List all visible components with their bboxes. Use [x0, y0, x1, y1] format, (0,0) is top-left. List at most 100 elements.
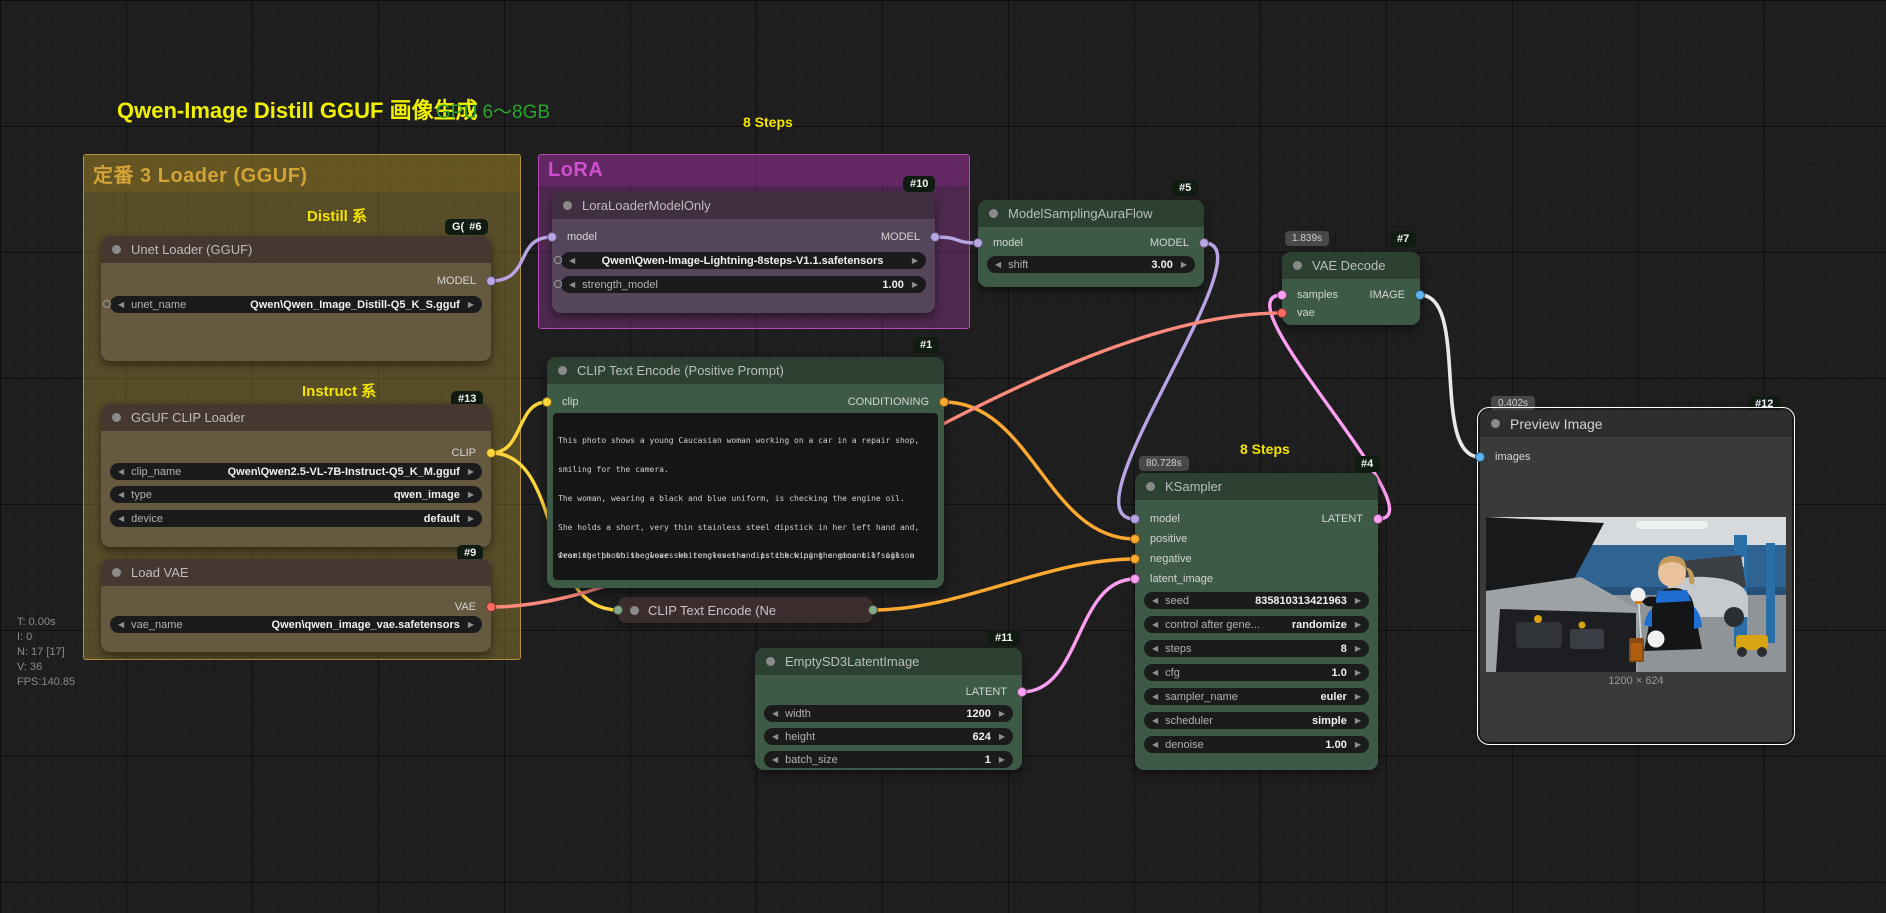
widget-socket-icon[interactable] — [554, 280, 562, 288]
output-dot-model[interactable] — [930, 232, 940, 242]
node-gguf-clip-loader[interactable]: GGUF CLIP Loader CLIP ◀ clip_name Qwen\Q… — [101, 404, 491, 547]
node-title-bar[interactable]: CLIP Text Encode (Positive Prompt) — [547, 357, 944, 384]
next-value-icon[interactable]: ▶ — [1355, 712, 1361, 729]
collapse-dot-icon[interactable] — [112, 568, 121, 577]
output-dot-model[interactable] — [1199, 238, 1209, 248]
collapse-dot-icon[interactable] — [1293, 261, 1302, 270]
widget-denoise[interactable]: ◀ denoise 1.00 ▶ — [1144, 736, 1369, 753]
node-load-vae[interactable]: Load VAE VAE ◀ vae_name Qwen\qwen_image_… — [101, 559, 491, 652]
collapse-dot-icon[interactable] — [1491, 419, 1500, 428]
prev-value-icon[interactable]: ◀ — [772, 728, 778, 745]
output-dot-latent[interactable] — [1017, 687, 1027, 697]
node-title-bar[interactable]: Preview Image — [1480, 410, 1792, 437]
output-dot-conditioning[interactable] — [939, 397, 949, 407]
node-title-bar[interactable]: EmptySD3LatentImage — [755, 648, 1022, 675]
next-value-icon[interactable]: ▶ — [912, 252, 918, 269]
next-value-icon[interactable]: ▶ — [999, 728, 1005, 745]
widget-width[interactable]: ◀ width 1200 ▶ — [764, 705, 1013, 722]
widget-cfg[interactable]: ◀ cfg 1.0 ▶ — [1144, 664, 1369, 681]
node-title-bar[interactable]: Unet Loader (GGUF) — [101, 236, 491, 263]
next-value-icon[interactable]: ▶ — [1355, 640, 1361, 657]
collapse-dot-icon[interactable] — [989, 209, 998, 218]
widget-socket-icon[interactable] — [554, 256, 562, 264]
node-lora-loader-model-only[interactable]: LoraLoaderModelOnly model MODEL ◀ Qwen\Q… — [552, 192, 935, 313]
input-dot-clip[interactable] — [542, 397, 552, 407]
prev-value-icon[interactable]: ◀ — [1152, 592, 1158, 609]
widget-lora-name[interactable]: ◀ Qwen\Qwen-Image-Lightning-8steps-V1.1.… — [561, 252, 926, 269]
node-title-bar[interactable]: KSampler — [1135, 473, 1378, 500]
widget-unet-name[interactable]: ◀ unet_name Qwen\Qwen_Image_Distill-Q5_K… — [110, 296, 482, 313]
next-value-icon[interactable]: ▶ — [1355, 688, 1361, 705]
preview-thumbnail[interactable] — [1486, 517, 1786, 672]
widget-height[interactable]: ◀ height 624 ▶ — [764, 728, 1013, 745]
node-empty-sd3-latent-image[interactable]: EmptySD3LatentImage LATENT ◀ width 1200 … — [755, 648, 1022, 770]
node-title-bar[interactable]: VAE Decode — [1282, 252, 1420, 279]
input-dot-positive[interactable] — [1130, 534, 1140, 544]
collapse-dot-icon[interactable] — [558, 366, 567, 375]
next-value-icon[interactable]: ▶ — [468, 510, 474, 527]
node-title-bar[interactable]: ModelSamplingAuraFlow — [978, 200, 1204, 227]
input-dot-samples[interactable] — [1277, 290, 1287, 300]
next-value-icon[interactable]: ▶ — [1181, 256, 1187, 273]
input-dot-model[interactable] — [973, 238, 983, 248]
prev-value-icon[interactable]: ◀ — [1152, 640, 1158, 657]
prev-value-icon[interactable]: ◀ — [1152, 664, 1158, 681]
widget-batch-size[interactable]: ◀ batch_size 1 ▶ — [764, 751, 1013, 768]
prev-value-icon[interactable]: ◀ — [118, 296, 124, 313]
collapse-dot-icon[interactable] — [563, 201, 572, 210]
input-dot-negative[interactable] — [1130, 554, 1140, 564]
next-value-icon[interactable]: ▶ — [999, 705, 1005, 722]
collapse-dot-icon[interactable] — [112, 413, 121, 422]
next-value-icon[interactable]: ▶ — [468, 463, 474, 480]
input-dot-collapsed[interactable] — [613, 605, 623, 615]
node-vae-decode[interactable]: VAE Decode samples vae IMAGE — [1282, 252, 1420, 325]
node-ksampler[interactable]: KSampler model positive negative latent_… — [1135, 473, 1378, 770]
next-value-icon[interactable]: ▶ — [468, 296, 474, 313]
input-dot-model[interactable] — [547, 232, 557, 242]
next-value-icon[interactable]: ▶ — [1355, 616, 1361, 633]
prev-value-icon[interactable]: ◀ — [569, 252, 575, 269]
node-title-bar[interactable]: Load VAE — [101, 559, 491, 586]
widget-steps[interactable]: ◀ steps 8 ▶ — [1144, 640, 1369, 657]
prev-value-icon[interactable]: ◀ — [772, 705, 778, 722]
collapse-dot-icon[interactable] — [1146, 482, 1155, 491]
node-unet-loader[interactable]: Unet Loader (GGUF) MODEL ◀ unet_name Qwe… — [101, 236, 491, 361]
collapse-dot-icon[interactable] — [766, 657, 775, 666]
output-dot-collapsed[interactable] — [868, 605, 878, 615]
input-dot-model[interactable] — [1130, 514, 1140, 524]
widget-socket-icon[interactable] — [103, 300, 111, 308]
widget-control-after-generate[interactable]: ◀ control after gene... randomize ▶ — [1144, 616, 1369, 633]
input-dot-vae[interactable] — [1277, 308, 1287, 318]
next-value-icon[interactable]: ▶ — [999, 751, 1005, 768]
prev-value-icon[interactable]: ◀ — [1152, 712, 1158, 729]
next-value-icon[interactable]: ▶ — [912, 276, 918, 293]
next-value-icon[interactable]: ▶ — [1355, 592, 1361, 609]
widget-seed[interactable]: ◀ seed 835810313421963 ▶ — [1144, 592, 1369, 609]
prev-value-icon[interactable]: ◀ — [118, 486, 124, 503]
prompt-textarea[interactable]: This photo shows a young Caucasian woman… — [553, 413, 938, 580]
prev-value-icon[interactable]: ◀ — [118, 463, 124, 480]
output-dot-image[interactable] — [1415, 290, 1425, 300]
collapse-dot-icon[interactable] — [630, 606, 639, 615]
group-loader-title[interactable]: 定番 3 Loader (GGUF) — [84, 155, 520, 192]
next-value-icon[interactable]: ▶ — [1355, 664, 1361, 681]
prev-value-icon[interactable]: ◀ — [995, 256, 1001, 273]
next-value-icon[interactable]: ▶ — [1355, 736, 1361, 753]
node-graph-canvas[interactable]: 定番 3 Loader (GGUF) LoRA Qwen-Image Disti… — [0, 0, 1886, 913]
output-dot-vae[interactable] — [486, 602, 496, 612]
node-clip-text-encode-positive[interactable]: CLIP Text Encode (Positive Prompt) clip … — [547, 357, 944, 588]
output-dot-model[interactable] — [486, 276, 496, 286]
widget-clip-name[interactable]: ◀ clip_name Qwen\Qwen2.5-VL-7B-Instruct-… — [110, 463, 482, 480]
prev-value-icon[interactable]: ◀ — [772, 751, 778, 768]
node-title-bar[interactable]: GGUF CLIP Loader — [101, 404, 491, 431]
node-clip-text-encode-negative-collapsed[interactable]: CLIP Text Encode (Ne — [618, 597, 873, 623]
output-dot-latent[interactable] — [1373, 514, 1383, 524]
next-value-icon[interactable]: ▶ — [468, 616, 474, 633]
prev-value-icon[interactable]: ◀ — [1152, 616, 1158, 633]
widget-device[interactable]: ◀ device default ▶ — [110, 510, 482, 527]
prev-value-icon[interactable]: ◀ — [118, 616, 124, 633]
widget-strength-model[interactable]: ◀ strength_model 1.00 ▶ — [561, 276, 926, 293]
prev-value-icon[interactable]: ◀ — [1152, 736, 1158, 753]
prev-value-icon[interactable]: ◀ — [1152, 688, 1158, 705]
next-value-icon[interactable]: ▶ — [468, 486, 474, 503]
